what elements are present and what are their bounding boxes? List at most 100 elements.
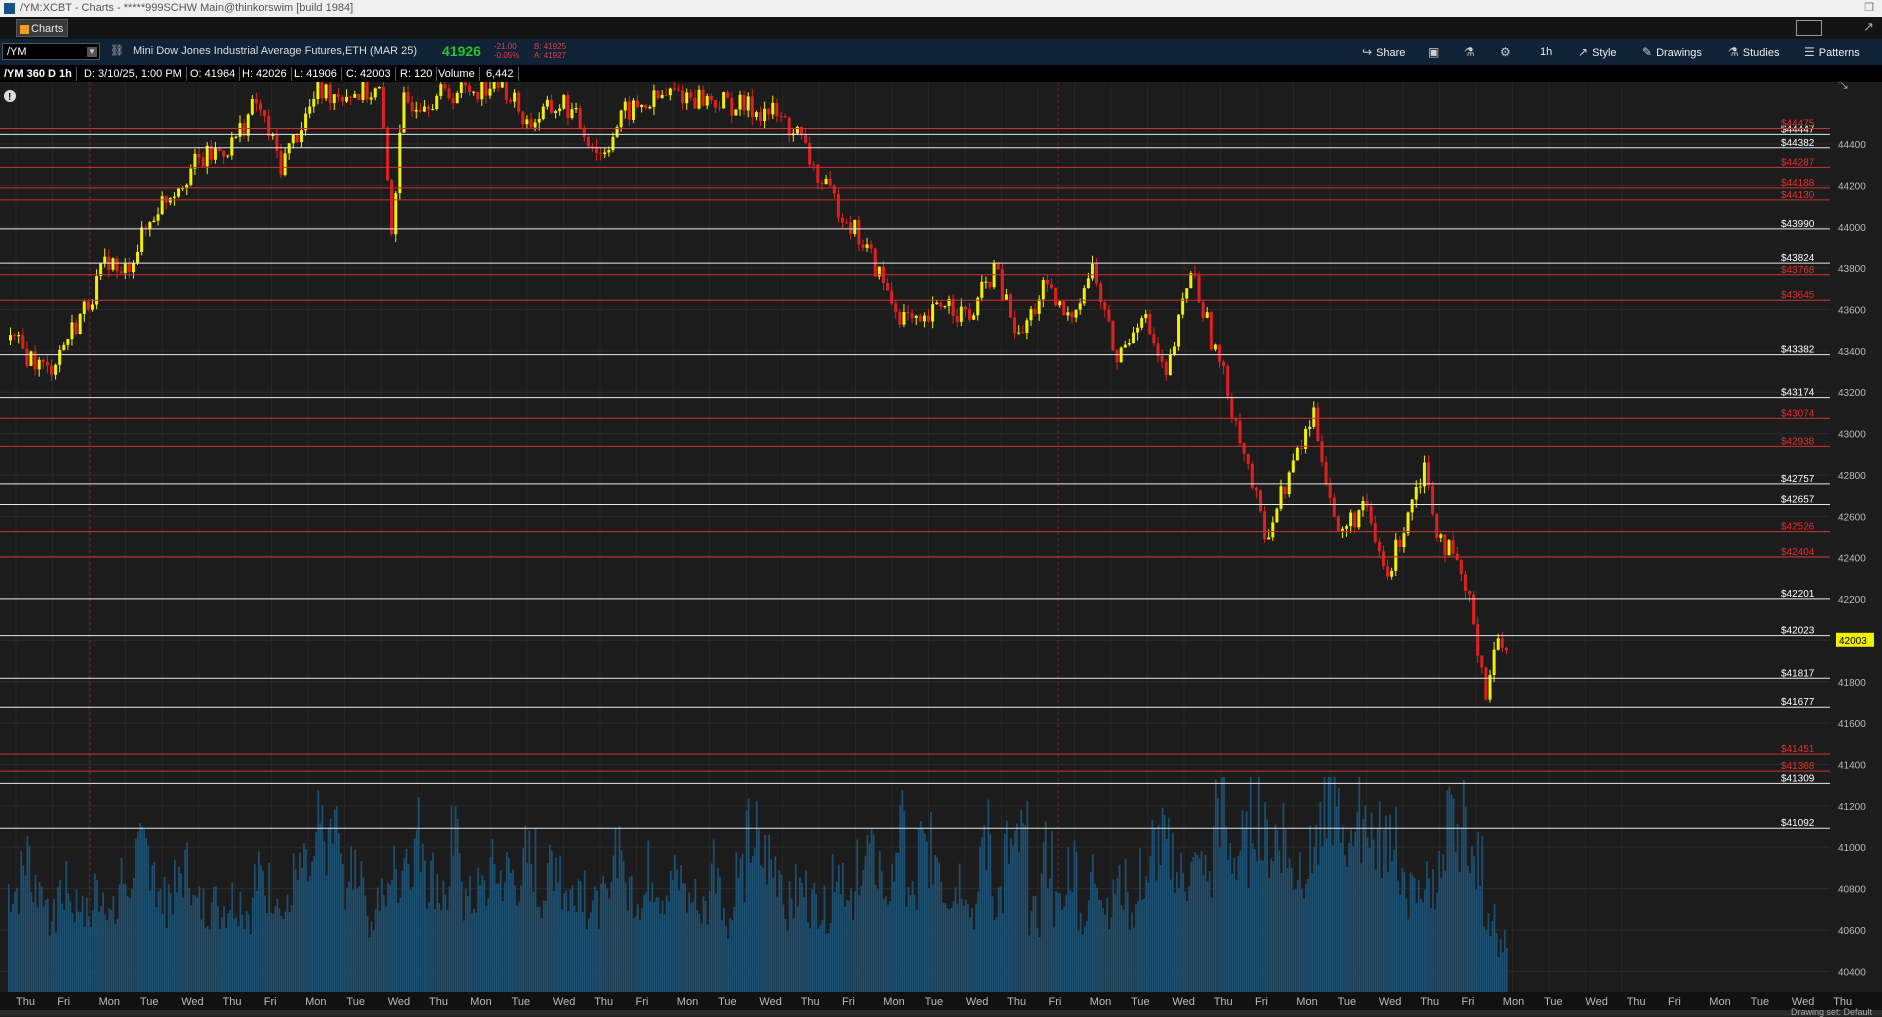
volume-bar <box>1190 861 1193 992</box>
volume-bar <box>553 890 555 992</box>
candle-body <box>447 88 451 99</box>
candle-body <box>853 219 857 234</box>
volume-bar <box>1262 860 1264 992</box>
volume-bar <box>630 875 633 992</box>
candle-body <box>349 96 353 98</box>
candle-body <box>1447 540 1451 556</box>
volume-bar <box>837 864 840 992</box>
volume-bar <box>1053 927 1055 992</box>
volume-bar <box>1114 893 1117 992</box>
candle-body <box>291 134 295 144</box>
candle-body <box>1320 441 1324 463</box>
volume-bar <box>26 836 29 992</box>
volume-bar <box>1096 887 1098 992</box>
volume-bar <box>653 901 656 992</box>
restore-window-icon[interactable]: ❐ <box>1864 0 1874 17</box>
volume-bar <box>1030 911 1033 992</box>
volume-bar <box>298 852 301 992</box>
volume-bar <box>747 798 750 992</box>
volume-bar <box>559 855 561 992</box>
volume-bar <box>1278 850 1281 992</box>
volume-bar <box>34 875 37 992</box>
volume-bar <box>911 880 914 992</box>
interval-button[interactable]: 1h <box>1540 44 1552 60</box>
volume-bar <box>210 902 213 992</box>
volume-bar <box>540 918 543 992</box>
volume-bar <box>592 900 594 992</box>
volume-bar <box>1139 848 1141 992</box>
volume-bar <box>532 891 535 992</box>
candle-body <box>369 97 373 100</box>
candle-body <box>41 359 45 362</box>
volume-bar <box>108 908 111 992</box>
volume-bar <box>1241 810 1244 992</box>
volume-bar <box>182 897 184 992</box>
candle-body <box>513 92 517 102</box>
volume-bar <box>682 883 684 992</box>
settings-button[interactable]: ⚙ <box>1500 44 1515 60</box>
chart-period[interactable]: /YM 360 D 1h <box>0 67 77 81</box>
volume-bar <box>249 934 252 992</box>
volume-bar <box>903 811 906 992</box>
volume-label[interactable]: Volume <box>434 67 480 81</box>
volume-bar <box>1319 801 1322 992</box>
candle-body <box>1131 332 1135 344</box>
volume-bar <box>1436 892 1439 992</box>
y-axis-tick-label: 41400 <box>1838 761 1866 772</box>
volume-bar <box>657 897 660 992</box>
volume-bar <box>1417 880 1420 992</box>
candle-body <box>140 227 144 252</box>
candle-body <box>1209 312 1213 350</box>
drawings-button[interactable]: ✎ Drawings <box>1642 44 1702 60</box>
volume-bar <box>921 828 924 992</box>
style-button[interactable]: ↗ Style <box>1578 44 1617 60</box>
volume-bar <box>1155 880 1158 992</box>
volume-bar <box>1430 908 1432 992</box>
candle-body <box>779 116 783 118</box>
volume-bar <box>979 846 982 992</box>
volume-bar <box>1212 825 1215 992</box>
symbol-input[interactable]: /YM ▼ <box>2 43 100 60</box>
volume-bar <box>952 901 955 992</box>
flask-button[interactable]: ⚗ <box>1464 44 1479 60</box>
volume-bar <box>323 841 326 992</box>
window-layout-icon[interactable] <box>1796 20 1822 36</box>
candle-body <box>1000 269 1004 300</box>
volume-bar <box>520 885 523 992</box>
candle-body <box>1332 497 1336 517</box>
candle-body <box>1287 472 1291 495</box>
patterns-button[interactable]: ☰ Patterns <box>1804 44 1860 60</box>
chart-area[interactable]: $44447 $44475 $44382 $44287 $44188 $44130 $439… <box>0 77 1882 994</box>
candle-body <box>1013 317 1017 334</box>
volume-bar <box>153 862 156 992</box>
link-icon[interactable]: ↗ <box>1863 19 1874 35</box>
price-level-label: $44475 <box>1781 119 1815 130</box>
volume-bar <box>48 935 51 992</box>
candle-body <box>418 109 422 112</box>
volume-bar <box>1272 860 1275 992</box>
volume-bar <box>1385 815 1387 992</box>
snapshot-button[interactable]: ▣ <box>1428 44 1443 60</box>
link-chain-icon[interactable]: ⛓ <box>110 44 124 57</box>
time-axis-tick-label: Fri <box>842 996 855 1008</box>
volume-bar <box>796 906 799 992</box>
tab-charts[interactable]: Charts <box>16 19 68 37</box>
candle-body <box>701 89 705 106</box>
symbol-dropdown-icon[interactable]: ▼ <box>87 47 97 57</box>
y-axis-tick-label: 44200 <box>1838 181 1866 192</box>
studies-button[interactable]: ⚗ Studies <box>1728 44 1779 60</box>
share-button[interactable]: ↪ Share <box>1362 44 1405 60</box>
volume-bar <box>65 860 68 992</box>
volume-bar <box>1462 780 1465 992</box>
candle-body <box>1004 294 1008 300</box>
candle-body <box>1017 332 1021 334</box>
price-chart[interactable]: $44447$44475$44382$44287$44188$44130$439… <box>0 77 1882 992</box>
volume-bar <box>688 892 691 992</box>
volume-bar <box>1350 829 1352 992</box>
volume-bar <box>919 821 922 992</box>
candle-body <box>1283 486 1287 495</box>
candle-body <box>1025 320 1029 333</box>
volume-bar <box>719 876 721 992</box>
volume-bar <box>508 857 510 992</box>
candle-body <box>1484 667 1488 700</box>
